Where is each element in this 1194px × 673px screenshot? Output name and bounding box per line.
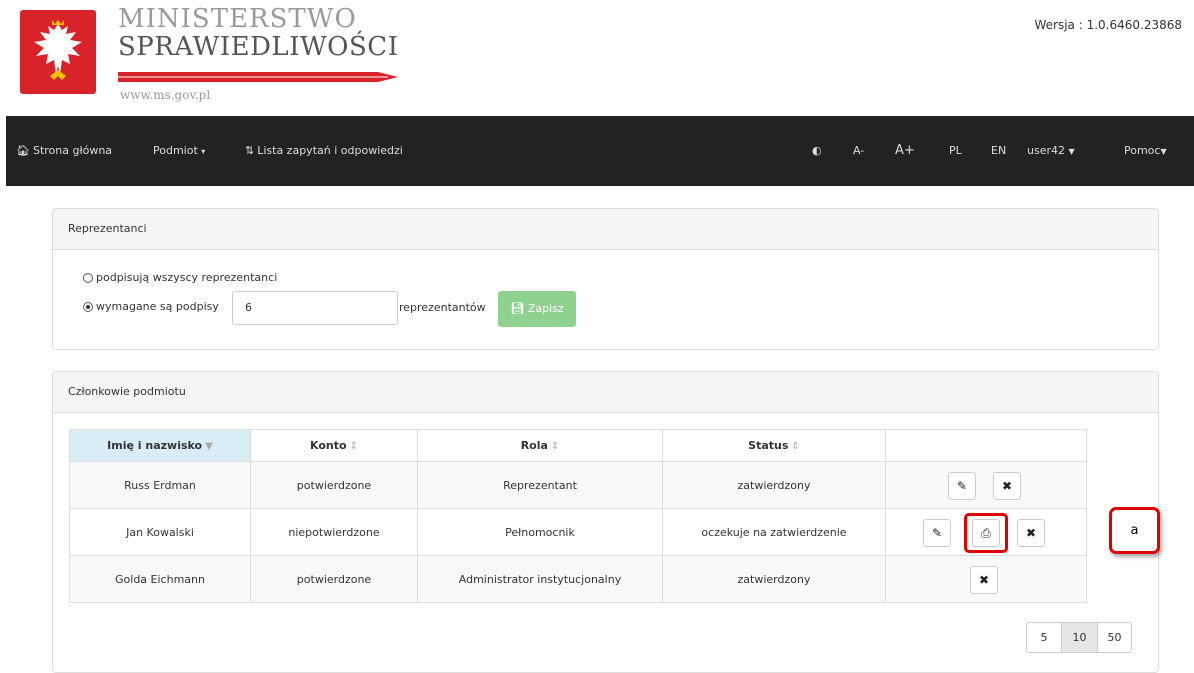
brand-title-line1: MINISTERSTWO	[118, 4, 357, 34]
column-header-account[interactable]: Konto ⇕	[250, 429, 418, 462]
sort-desc-icon: ▼	[205, 441, 213, 452]
version-label: Wersja : 1.0.6460.23868	[1034, 18, 1182, 32]
chevron-down-icon: ▾	[201, 147, 206, 156]
representatives-suffix-label: reprezentantów	[399, 301, 486, 314]
cell-actions: ✖	[885, 555, 1087, 603]
brand-underline-icon	[118, 72, 398, 82]
sort-icon: ⇕	[349, 441, 358, 452]
contrast-toggle[interactable]: ◐	[812, 116, 822, 186]
caret-down-icon: ▼	[1068, 147, 1075, 156]
page-size-5[interactable]: 5	[1026, 622, 1062, 653]
cell-account: potwierdzone	[250, 461, 418, 509]
column-header-actions	[885, 429, 1087, 462]
column-header-label: Imię i nazwisko	[107, 439, 203, 452]
radio-unchecked-icon[interactable]	[83, 273, 93, 283]
cell-status: oczekuje na zatwierdzenie	[662, 508, 886, 556]
nav-requests-label: Lista zapytań i odpowiedzi	[257, 144, 403, 157]
font-decrease-button[interactable]: A-	[853, 116, 864, 186]
caret-down-icon: ▼	[1160, 147, 1167, 156]
nav-home-label: Strona główna	[32, 144, 113, 157]
save-button-label: Zapisz	[527, 302, 564, 315]
cell-actions: ✎ ✖	[885, 461, 1087, 509]
polish-eagle-emblem-icon	[20, 10, 96, 94]
cell-status: zatwierdzony	[662, 555, 886, 603]
cell-role: Reprezentant	[417, 461, 663, 509]
radio-checked-icon[interactable]	[83, 302, 93, 312]
delete-button[interactable]: ✖	[970, 566, 998, 594]
cell-account: niepotwierdzone	[250, 508, 418, 556]
close-icon: ✖	[978, 573, 990, 587]
table-row: Golda Eichmann potwierdzone Administrato…	[69, 555, 1087, 603]
members-panel-title: Członkowie podmiotu	[53, 372, 1158, 413]
cell-actions: ✎ ⎙ ✖	[885, 508, 1087, 556]
table-row: Russ Erdman potwierdzone Reprezentant za…	[69, 461, 1087, 509]
cell-name: Russ Erdman	[69, 461, 251, 509]
floppy-disk-icon: 💾︎	[510, 302, 525, 315]
cell-role: Administrator instytucjonalny	[417, 555, 663, 603]
pencil-icon: ✎	[956, 479, 968, 493]
home-icon: 🏠︎	[16, 144, 30, 157]
help-menu-label: Pomoc	[1124, 144, 1161, 157]
user-menu-dropdown[interactable]: user42 ▼	[1027, 116, 1075, 186]
representatives-panel: Reprezentanci podpisują wszyscy reprezen…	[52, 208, 1159, 350]
cell-role: Pełnomocnik	[417, 508, 663, 556]
site-header: MINISTERSTWO SPRAWIEDLIWOŚCI www.ms.gov.…	[0, 0, 1194, 114]
representatives-panel-title: Reprezentanci	[53, 209, 1158, 250]
close-icon: ✖	[1025, 526, 1037, 540]
required-signatures-input[interactable]: 6	[232, 291, 398, 325]
delete-button[interactable]: ✖	[1017, 519, 1045, 547]
column-header-status[interactable]: Status ⇕	[662, 429, 886, 462]
sort-icon: ⇅	[245, 144, 255, 157]
nav-requests[interactable]: ⇅ Lista zapytań i odpowiedzi	[245, 116, 403, 186]
nav-home[interactable]: 🏠︎ Strona główna	[16, 116, 112, 186]
page-size-10[interactable]: 10	[1061, 622, 1098, 653]
main-navbar: 🏠︎ Strona główna Podmiot ▾ ⇅ Lista zapytań…	[6, 116, 1194, 186]
cell-name: Golda Eichmann	[69, 555, 251, 603]
column-header-role[interactable]: Rola ⇕	[417, 429, 663, 462]
nav-entity-label: Podmiot	[153, 144, 198, 157]
column-header-label: Konto	[310, 439, 347, 452]
brand-url[interactable]: www.ms.gov.pl	[120, 88, 210, 102]
print-button[interactable]: ⎙	[972, 519, 1000, 547]
font-increase-button[interactable]: A+	[895, 116, 915, 186]
brand-title-line2: SPRAWIEDLIWOŚCI	[118, 32, 399, 62]
sort-icon: ⇕	[791, 441, 800, 452]
contrast-icon: ◐	[812, 144, 822, 157]
edit-button[interactable]: ✎	[923, 519, 951, 547]
members-table: Imię i nazwisko ▼ Konto ⇕ Rola ⇕ Status ⇕ Ru…	[69, 429, 1087, 603]
lang-pl-link[interactable]: PL	[949, 116, 962, 186]
column-header-label: Rola	[520, 439, 548, 452]
help-menu-dropdown[interactable]: Pomoc▼	[1124, 116, 1167, 186]
column-header-label: Status	[748, 439, 789, 452]
cell-status: zatwierdzony	[662, 461, 886, 509]
members-panel: Członkowie podmiotu Imię i nazwisko ▼ Kon…	[52, 371, 1159, 673]
pencil-icon: ✎	[931, 526, 943, 540]
user-menu-label: user42	[1027, 144, 1065, 157]
delete-button[interactable]: ✖	[993, 472, 1021, 500]
table-row: Jan Kowalski niepotwierdzone Pełnomocnik…	[69, 508, 1087, 556]
annotation-callout: a	[1109, 507, 1160, 554]
column-header-name[interactable]: Imię i nazwisko ▼	[69, 429, 251, 462]
close-icon: ✖	[1001, 479, 1013, 493]
page-size-50[interactable]: 50	[1097, 622, 1132, 653]
save-button[interactable]: 💾︎ Zapisz	[498, 291, 576, 327]
print-icon: ⎙	[981, 526, 991, 540]
cell-name: Jan Kowalski	[69, 508, 251, 556]
lang-en-link[interactable]: EN	[991, 116, 1006, 186]
radio-all-representatives[interactable]: podpisują wszyscy reprezentanci	[83, 271, 277, 284]
edit-button[interactable]: ✎	[948, 472, 976, 500]
nav-entity-dropdown[interactable]: Podmiot ▾	[153, 116, 205, 186]
radio-required-signatures[interactable]: wymagane są podpisy	[83, 300, 219, 313]
radio-required-label: wymagane są podpisy	[96, 300, 219, 313]
sort-icon: ⇕	[550, 441, 560, 452]
radio-all-label: podpisują wszyscy reprezentanci	[96, 271, 278, 284]
cell-account: potwierdzone	[250, 555, 418, 603]
